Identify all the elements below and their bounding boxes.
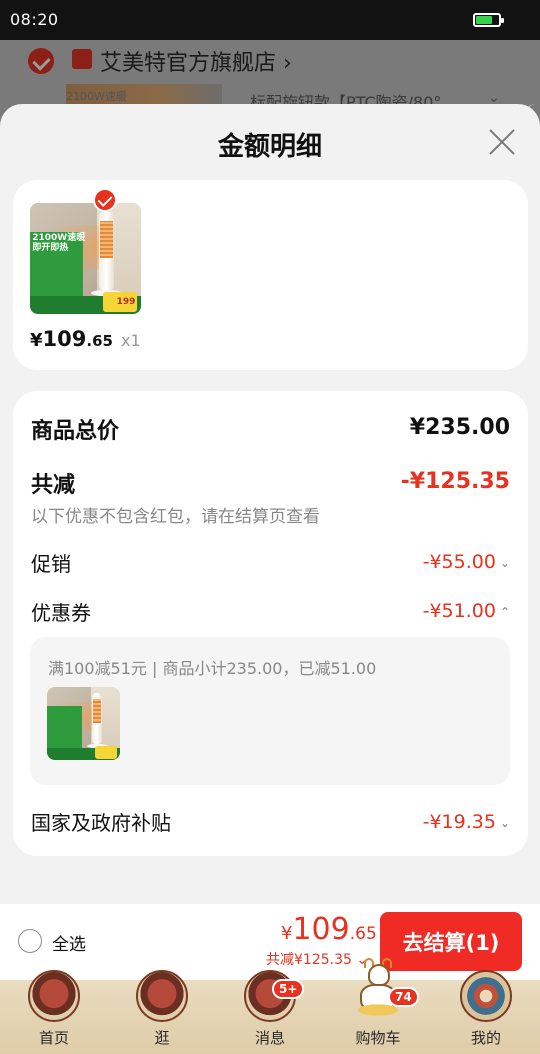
selected-check-icon[interactable]	[93, 188, 117, 212]
browse-icon	[136, 970, 188, 1022]
total-price-value: ¥235.00	[409, 415, 510, 440]
tab-label: 消息	[254, 1029, 285, 1047]
home-icon	[28, 970, 80, 1022]
status-bar: 08:20	[0, 0, 540, 40]
product-image-text: 即开即热	[32, 242, 69, 253]
checkout-bar: 全选 ¥109.65 共减¥125.35 ⌄ 去结算(1)	[0, 904, 540, 980]
battery-icon	[473, 13, 504, 27]
tab-browse[interactable]: 逛	[122, 970, 202, 1054]
shop-name: 艾美特官方旗舰店 ›	[100, 51, 292, 76]
coupon-label: 优惠券	[31, 601, 91, 625]
coupon-row[interactable]: -¥51.00 ⌃	[423, 600, 510, 622]
subsidy-value: -¥19.35	[422, 811, 496, 833]
amount-detail-card: 商品总价 ¥235.00 共减 -¥125.35 以下优惠不包含红包，请在结算页…	[13, 391, 528, 856]
coupon-value: -¥51.00	[422, 600, 496, 622]
amount-detail-sheet: 金额明细 2100W速暖 即开即热 199 ¥109.65 x1 商品总价 ¥23…	[0, 104, 540, 904]
promotion-label: 促销	[31, 552, 71, 576]
bottom-tab-bar: 首页 逛 5+ 消息 74 购物车 我的	[0, 958, 540, 1054]
shop-icon	[72, 49, 92, 69]
promotion-value: -¥55.00	[422, 551, 496, 573]
chevron-down-icon: ⌄	[499, 815, 510, 830]
product-quantity: x1	[121, 331, 141, 350]
tab-label: 首页	[38, 1029, 69, 1047]
cart-badge: 74	[388, 987, 419, 1007]
product-price: ¥109.65	[30, 327, 113, 351]
total-discount-label: 共减	[31, 473, 76, 498]
coupon-product-image	[47, 687, 120, 760]
product-image[interactable]: 2100W速暖 即开即热 199	[30, 203, 141, 314]
product-image-price: 199	[116, 297, 136, 308]
tab-cart[interactable]: 74 购物车	[338, 958, 419, 1054]
sheet-title: 金额明细	[217, 132, 322, 162]
chevron-up-icon: ⌃	[499, 604, 510, 619]
total-discount-value: -¥125.35	[400, 469, 510, 494]
tab-label: 我的	[470, 1029, 501, 1047]
chevron-down-icon: ⌄	[499, 555, 510, 570]
coupon-detail-text: 满100减51元 | 商品小计235.00，已减51.00	[48, 659, 377, 678]
product-image-text: 2100W速暖	[32, 233, 86, 244]
tab-profile[interactable]: 我的	[446, 970, 526, 1054]
subsidy-row[interactable]: -¥19.35 ⌄	[423, 811, 510, 833]
message-badge: 5+	[272, 979, 305, 999]
product-card: 2100W速暖 即开即热 199 ¥109.65 x1	[13, 180, 528, 370]
select-all-radio[interactable]	[18, 929, 42, 953]
shop-check-icon	[28, 48, 54, 74]
close-icon[interactable]	[488, 128, 516, 156]
tab-label: 购物车	[355, 1029, 401, 1047]
select-all-label[interactable]: 全选	[52, 930, 86, 955]
tab-label: 逛	[154, 1029, 170, 1047]
subsidy-label: 国家及政府补贴	[31, 811, 171, 835]
tab-messages[interactable]: 5+ 消息	[230, 970, 310, 1054]
tab-home[interactable]: 首页	[14, 970, 94, 1054]
profile-icon	[460, 970, 512, 1022]
total-price-label: 商品总价	[31, 419, 120, 444]
status-time: 08:20	[10, 10, 59, 29]
total-payable-price: ¥109.65	[281, 912, 377, 947]
background-thumb-text: 2100W速暖	[66, 90, 127, 103]
promotion-row[interactable]: -¥55.00 ⌄	[423, 551, 510, 573]
discount-note: 以下优惠不包含红包，请在结算页查看	[31, 507, 320, 527]
coupon-detail-box: 满100减51元 | 商品小计235.00，已减51.00	[30, 637, 510, 785]
battery-level	[476, 16, 492, 24]
